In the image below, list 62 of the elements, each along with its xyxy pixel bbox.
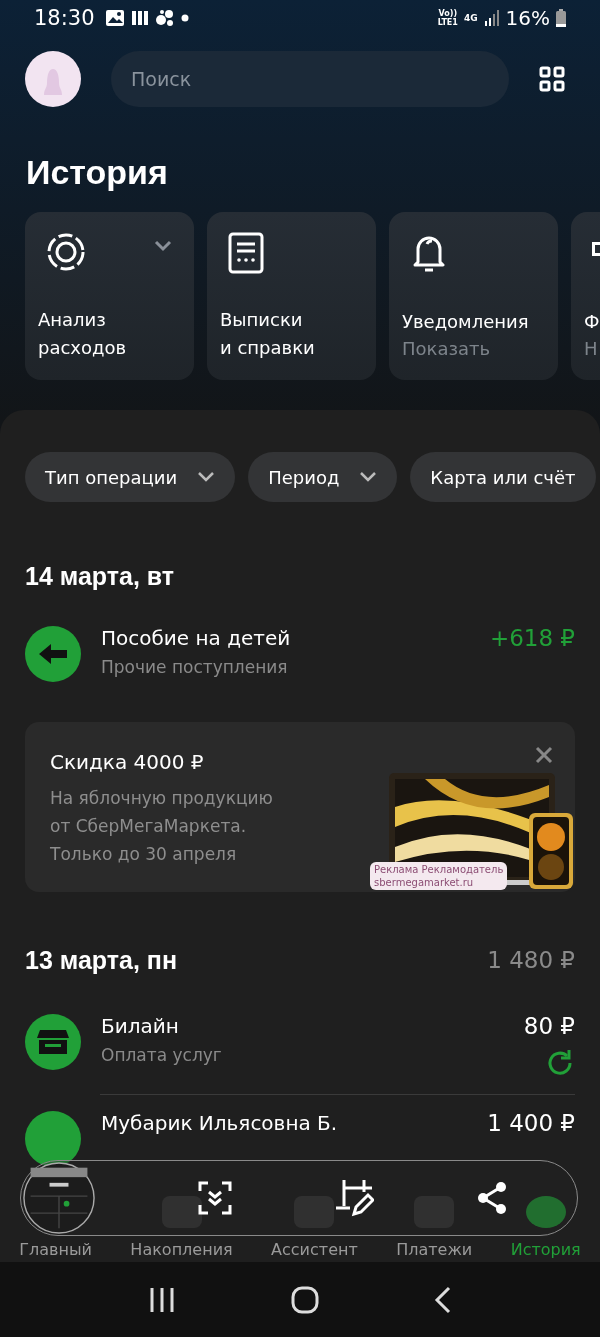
home-icon[interactable] [291,1285,319,1314]
day-total: 1 480 ₽ [487,947,575,973]
transaction-row[interactable]: Билайн Оплата услуг 80 ₽ [0,1012,600,1078]
filter-chip[interactable]: Карта или счёт [410,452,596,502]
transaction-row[interactable]: Мубарик Ильясовна Б. 1 400 ₽ [0,1109,600,1167]
date-heading: 13 марта, пн [25,945,177,975]
page-title: История [26,152,169,192]
back-icon[interactable] [434,1285,453,1314]
filter-chip[interactable]: Период [248,452,398,502]
scroll-capture-icon[interactable] [197,1181,232,1215]
shortcut-card[interactable]: Анализ расходов [25,212,194,380]
search-field[interactable]: Поиск [111,51,509,107]
transaction-title: Мубарик Ильясовна Б. [101,1110,339,1137]
chevron-down-icon [359,471,378,483]
transaction-amount: 1 400 ₽ [487,1109,575,1137]
avatar[interactable] [25,51,81,107]
chevron-down-icon[interactable] [154,240,172,252]
card-subtitle: Н [584,337,599,361]
ad-text: На яблочную продукцию от СберМегаМаркета. Только до 30 апреля [50,787,273,866]
nav-tab[interactable]: Накопления [130,1180,233,1262]
status-time: 18:30 [34,6,95,30]
card-subtitle: Показать [402,337,492,361]
date-heading: 14 марта, вт [25,561,175,591]
nav-tab[interactable]: История [510,1180,581,1262]
ad-label: Реклама Рекламодатель sbermegamarket.ru [370,862,508,890]
shortcut-card[interactable]: Уведомления Показать [389,212,558,380]
volte-indicator: Vo)) LTE1 [437,9,458,27]
shortcut-card[interactable]: Выписки и справки [207,212,376,380]
signal-icon [483,10,500,26]
nav-tab[interactable]: Ассистент [271,1180,358,1262]
card-title: Анализ расходов [38,308,128,360]
app-icon [130,9,149,27]
ad-banner[interactable]: Скидка 4000 ₽ На яблочную продукцию от СберМегаМаркета. Только до 30 апреля Реклама Рекламодатель sbermegamarket.ru [25,722,575,892]
transaction-category: Оплата услуг [101,1044,223,1067]
ad-title: Скидка 4000 ₽ [50,749,205,776]
bubbles-icon [154,9,175,27]
card-title: Уведомления [402,310,530,334]
transaction-amount: 80 ₽ [523,1012,575,1040]
battery-icon [556,9,566,27]
card-title: Ф [584,310,600,334]
transaction-row[interactable]: Пособие на детей Прочие поступления +618 ₽ [0,624,600,682]
transaction-category: Прочие поступления [101,656,289,679]
document-icon [228,232,264,274]
dot-icon [180,14,189,22]
transaction-amount: +618 ₽ [489,624,575,652]
share-icon[interactable] [476,1181,507,1215]
arrow-left-icon [25,626,81,682]
card-title: Выписки и справки [220,308,316,360]
chevron-down-icon [197,471,216,483]
image-icon [104,9,125,27]
shop-icon [25,1014,81,1070]
crop-edit-icon[interactable] [334,1178,375,1218]
nav-tab[interactable]: Платежи [396,1180,473,1262]
network-type: 4G [463,13,478,23]
transaction-title: Билайн [101,1013,180,1040]
battery-percent: 16% [505,6,550,30]
filter-chip[interactable]: Тип операции [25,452,236,502]
shortcut-card[interactable]: Ф Н [571,212,600,380]
donut-icon [46,232,86,272]
grid-icon[interactable] [539,66,565,92]
close-icon[interactable] [535,746,553,764]
transaction-title: Пособие на детей [101,625,292,652]
